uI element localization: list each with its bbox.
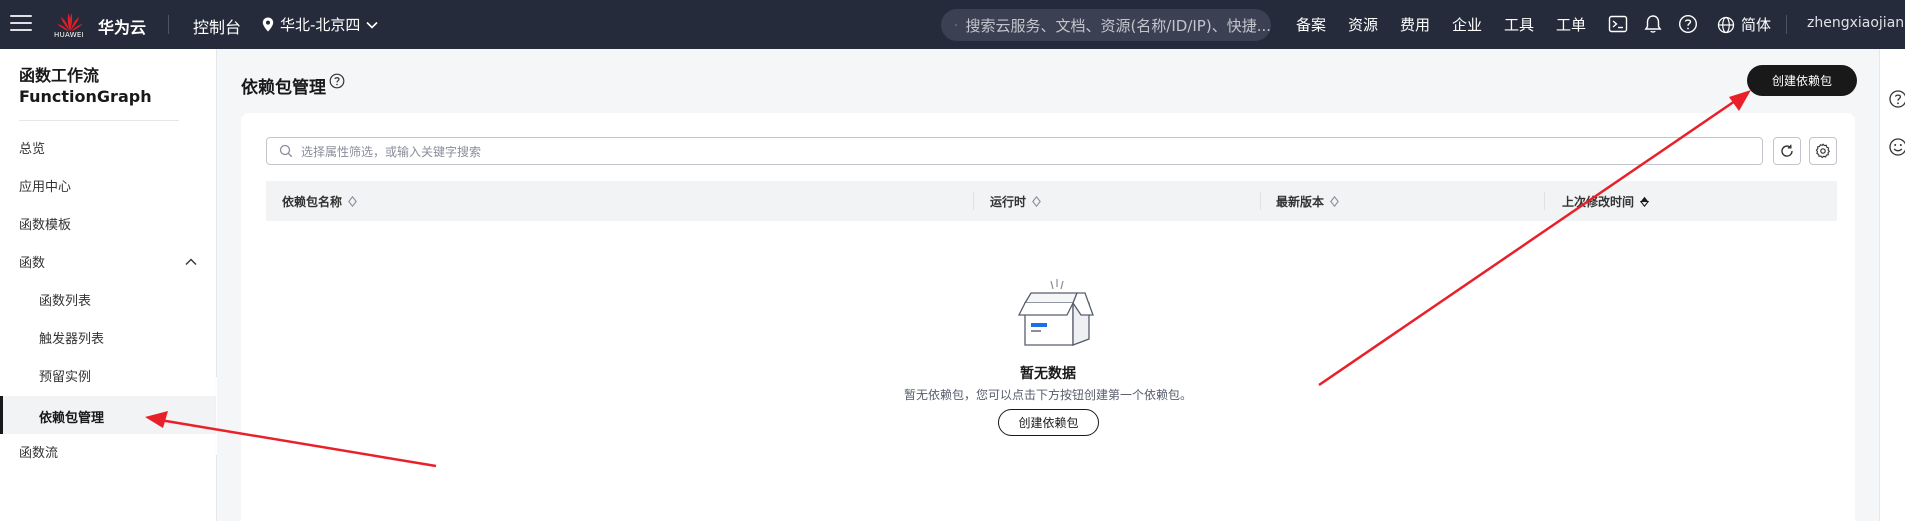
language-label: 简体 [1741,16,1772,34]
globe-icon [1717,16,1735,33]
empty-create-dependency-button[interactable]: 创建依赖包 [998,409,1099,436]
sidebar-item-label: 函数 [19,256,46,271]
refresh-button[interactable] [1773,137,1801,165]
divider [19,120,179,121]
sidebar-item-reserved-instances[interactable]: 预留实例 [39,366,91,385]
region-selector[interactable]: 华北-北京四 [262,14,378,35]
terminal-icon[interactable] [1608,14,1628,34]
nav-billing[interactable]: 费用 [1400,14,1430,35]
sidebar-item-templates[interactable]: 函数模板 [19,214,71,233]
sidebar-item-trigger-list[interactable]: 触发器列表 [39,328,104,347]
sort-icon [1032,196,1041,207]
chevron-down-icon [366,21,378,29]
page-title: 依赖包管理 [241,78,326,98]
divider [973,192,974,210]
help-icon[interactable] [1888,89,1905,109]
sidebar-item-function-flow[interactable]: 函数流 [19,442,58,461]
smile-icon[interactable] [1888,137,1905,157]
column-header-name[interactable]: 依赖包名称 [282,193,357,210]
dependency-table-card: 选择属性筛选，或输入关键字搜索 依赖包名称 运行时 最新版本 上次修改时间 暂无… [241,113,1855,521]
column-header-label: 运行时 [990,195,1027,209]
right-toolbar [1879,49,1905,521]
global-search-input[interactable]: 搜索云服务、文档、资源(名称/ID/IP)、快捷... [941,9,1271,41]
sort-icon [1330,196,1339,207]
filter-placeholder: 选择属性筛选，或输入关键字搜索 [301,144,482,159]
sidebar-item-dependencies[interactable]: 依赖包管理 [0,396,216,434]
top-navigation-bar: HUAWEI 华为云 控制台 华北-北京四 搜索云服务、文档、资源(名称/ID/… [0,0,1905,49]
chevron-up-icon [185,258,197,265]
brand-name[interactable]: 华为云 [98,14,146,38]
empty-state-description: 暂无依赖包，您可以点击下方按钮创建第一个依赖包。 [903,388,1192,402]
sidebar-title-en: FunctionGraph [19,87,152,106]
empty-state-title: 暂无数据 [1020,366,1076,382]
column-header-version[interactable]: 最新版本 [1276,193,1339,210]
help-icon[interactable] [329,73,345,89]
sidebar-item-label: 依赖包管理 [39,411,105,426]
create-dependency-button[interactable]: 创建依赖包 [1747,65,1857,96]
language-selector[interactable]: 简体 [1717,14,1771,35]
username[interactable]: zhengxiaojian [1807,15,1904,31]
bell-icon[interactable] [1643,14,1663,34]
help-icon[interactable] [1678,14,1698,34]
sidebar: 函数工作流 FunctionGraph 总览 应用中心 函数模板 函数 函数列表… [0,49,217,521]
filter-search-input[interactable]: 选择属性筛选，或输入关键字搜索 [266,137,1763,165]
nav-tools[interactable]: 工具 [1504,14,1534,35]
search-icon [955,23,958,27]
nav-enterprise[interactable]: 企业 [1452,14,1482,35]
logo-text: HUAWEI [54,31,85,39]
empty-box-icon [1017,279,1094,346]
divider [1260,192,1261,210]
sidebar-item-overview[interactable]: 总览 [19,138,45,157]
nav-resources[interactable]: 资源 [1348,14,1378,35]
nav-beian[interactable]: 备案 [1296,14,1326,35]
divider [1544,192,1545,210]
sort-icon [348,196,357,207]
search-placeholder: 搜索云服务、文档、资源(名称/ID/IP)、快捷... [965,16,1271,35]
table-header: 依赖包名称 运行时 最新版本 上次修改时间 [266,181,1837,221]
settings-button[interactable] [1809,137,1837,165]
divider [168,15,169,34]
column-header-label: 上次修改时间 [1562,195,1635,209]
hamburger-icon[interactable] [10,15,32,33]
console-link[interactable]: 控制台 [193,14,241,38]
sidebar-item-app-center[interactable]: 应用中心 [19,176,71,195]
sidebar-item-function-list[interactable]: 函数列表 [39,290,91,309]
sidebar-title-cn: 函数工作流 [19,66,100,85]
gear-icon [1815,143,1831,159]
column-header-runtime[interactable]: 运行时 [990,193,1041,210]
main-content: 依赖包管理 创建依赖包 选择属性筛选，或输入关键字搜索 依赖包名称 运行时 最新… [217,49,1879,521]
refresh-icon [1781,144,1793,157]
sort-icon [1640,196,1650,207]
divider [1786,15,1787,34]
region-label: 华北-北京四 [280,16,361,34]
location-pin-icon [262,17,274,32]
column-header-label: 依赖包名称 [282,195,343,209]
nav-tickets[interactable]: 工单 [1556,14,1586,35]
column-header-label: 最新版本 [1276,195,1325,209]
sidebar-item-functions[interactable]: 函数 [19,252,197,271]
column-header-modified[interactable]: 上次修改时间 [1562,193,1650,210]
sidebar-title: 函数工作流 FunctionGraph [19,65,152,107]
search-icon [279,144,293,158]
